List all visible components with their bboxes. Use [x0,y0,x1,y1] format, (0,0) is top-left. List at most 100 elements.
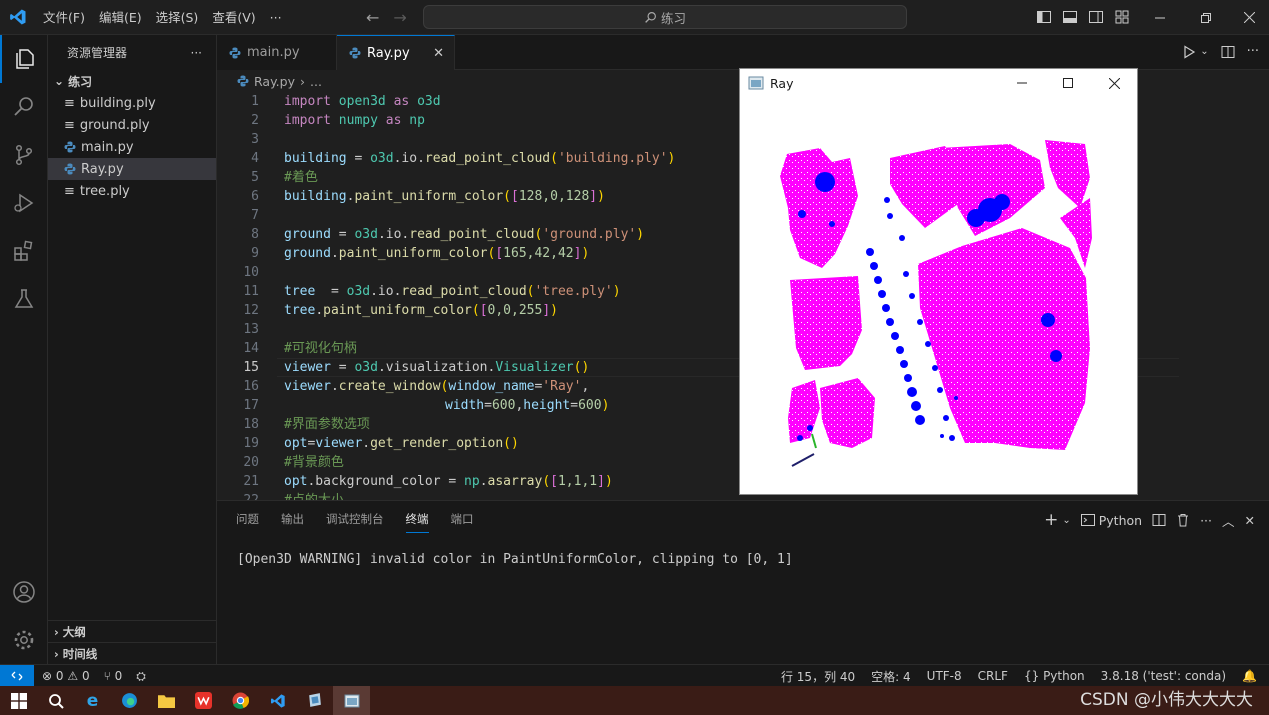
python-interpreter[interactable]: 3.8.18 ('test': conda) [1101,669,1226,683]
taskbar-edge[interactable] [111,686,148,715]
taskbar-vscode[interactable] [259,686,296,715]
file-item-main[interactable]: main.py [48,136,216,158]
taskbar-file-explorer[interactable] [148,686,185,715]
toggle-panel-icon[interactable] [1062,9,1078,25]
code-token: o3d [354,227,378,242]
outline-section[interactable]: › 大纲 [48,620,217,642]
restore-button[interactable] [1183,0,1229,35]
ray-minimize-button[interactable] [999,69,1045,97]
chevron-down-icon[interactable]: ⌄ [1062,515,1070,526]
braces-icon: {} [1023,669,1040,683]
tab-ray-py[interactable]: Ray.py ✕ [337,35,455,70]
tab-main-py[interactable]: main.py [217,35,337,70]
back-arrow-icon[interactable]: ← [366,8,379,27]
tab-close-icon[interactable]: ✕ [433,46,444,61]
folder-icon [158,695,175,708]
ray-visualizer-window[interactable]: Ray [739,68,1138,495]
split-terminal-icon[interactable] [1152,513,1166,527]
code-token: () [573,360,590,375]
ray-close-button[interactable] [1091,69,1137,97]
taskbar-wps[interactable] [185,686,222,715]
new-terminal-icon[interactable]: + [1044,510,1058,530]
line-number: 21 [243,474,259,489]
code-token: Visualizer [495,360,574,375]
search-activity[interactable] [0,83,48,131]
timeline-section[interactable]: › 时间线 [48,642,217,664]
line-number: 9 [251,246,259,261]
forward-arrow-icon[interactable]: → [393,8,406,27]
run-debug-activity[interactable] [0,179,48,227]
taskbar-chrome[interactable] [222,686,259,715]
ray-window-titlebar[interactable]: Ray [740,69,1137,97]
maximize-panel-icon[interactable]: ︿ [1222,511,1235,530]
encoding[interactable]: UTF-8 [927,669,962,683]
code-token: ) [636,227,645,242]
line-number: 7 [251,208,259,223]
flask-icon [14,289,34,308]
ray-maximize-button[interactable] [1045,69,1091,97]
language-mode[interactable]: {} Python [1024,669,1085,683]
menu-selection[interactable]: 选择(S) [149,0,206,35]
testing-activity[interactable] [0,275,48,323]
file-item-tree[interactable]: ≡ tree.ply [48,180,216,202]
taskbar-search[interactable] [37,686,74,715]
terminal-profile[interactable]: Python [1099,513,1142,528]
minimize-button[interactable] [1137,0,1183,35]
split-editor-icon[interactable] [1221,45,1235,59]
code-token: window_name [448,379,535,394]
code-token: .io. [393,151,425,166]
start-button[interactable] [0,686,37,715]
trash-icon[interactable] [1176,513,1190,527]
breadcrumb-file[interactable]: Ray.py [254,74,295,89]
ports-status[interactable]: ⑂ 0 [104,669,123,683]
accounts-activity[interactable] [0,568,48,616]
line-endings[interactable]: CRLF [978,669,1008,683]
breadcrumb-symbol[interactable]: ... [310,74,322,89]
panel-more-icon[interactable]: ··· [1200,513,1212,528]
code-token: read_point_cloud [424,151,551,166]
edge-icon [122,693,137,708]
explorer-activity[interactable] [0,35,48,83]
explorer-more-button[interactable]: ··· [191,46,202,60]
customize-layout-icon[interactable] [1114,9,1130,25]
taskbar-ie[interactable]: e [74,686,111,715]
panel-tab-debug-console[interactable]: 调试控制台 [326,511,384,527]
file-lines-icon: ≡ [64,183,75,199]
panel-tab-ports[interactable]: 端口 [451,511,474,527]
close-window-button[interactable] [1226,0,1269,35]
source-control-activity[interactable] [0,131,48,179]
toggle-sidebar-icon[interactable] [1036,9,1052,25]
command-center-search[interactable]: 练习 [423,5,907,29]
panel-tab-problems[interactable]: 问题 [236,511,259,527]
panel-tab-output[interactable]: 输出 [281,511,304,527]
cursor-position[interactable]: 行 15，列 40 [781,668,855,685]
menu-more[interactable]: ··· [263,0,289,35]
menu-view[interactable]: 查看(V) [205,0,262,35]
editor-more-icon[interactable]: ··· [1247,44,1259,59]
vscode-logo-icon[interactable] [0,0,36,35]
panel-tab-terminal[interactable]: 终端 [405,511,429,533]
code-token: ] [597,474,605,489]
point-cloud-view[interactable] [740,98,1137,495]
terminal-output[interactable]: [Open3D WARNING] invalid color in PaintU… [237,552,793,567]
indentation[interactable]: 空格: 4 [871,668,911,685]
file-item-ground[interactable]: ≡ ground.ply [48,114,216,136]
remote-indicator[interactable] [0,665,34,687]
close-panel-icon[interactable]: ✕ [1245,513,1255,528]
manage-activity[interactable] [0,616,48,664]
taskbar-ray-window[interactable] [333,686,370,715]
problems-status[interactable]: ⊗ 0 ⚠ 0 [42,669,90,683]
extensions-activity[interactable] [0,227,48,275]
menu-edit[interactable]: 编辑(E) [92,0,149,35]
debug-status-icon[interactable]: ⛭ [136,669,146,684]
workspace-folder[interactable]: ⌄ 练习 [48,70,216,92]
menu-file[interactable]: 文件(F) [36,0,92,35]
run-dropdown-icon[interactable]: ⌄ [1200,46,1208,57]
run-file-icon[interactable] [1182,44,1196,59]
file-item-ray[interactable]: Ray.py [48,158,216,180]
taskbar-python[interactable] [296,686,333,715]
notifications-bell-icon[interactable]: 🔔 [1242,669,1257,683]
code-token: ( [542,474,551,489]
file-item-building[interactable]: ≡ building.ply [48,92,216,114]
toggle-secondary-sidebar-icon[interactable] [1088,9,1104,25]
